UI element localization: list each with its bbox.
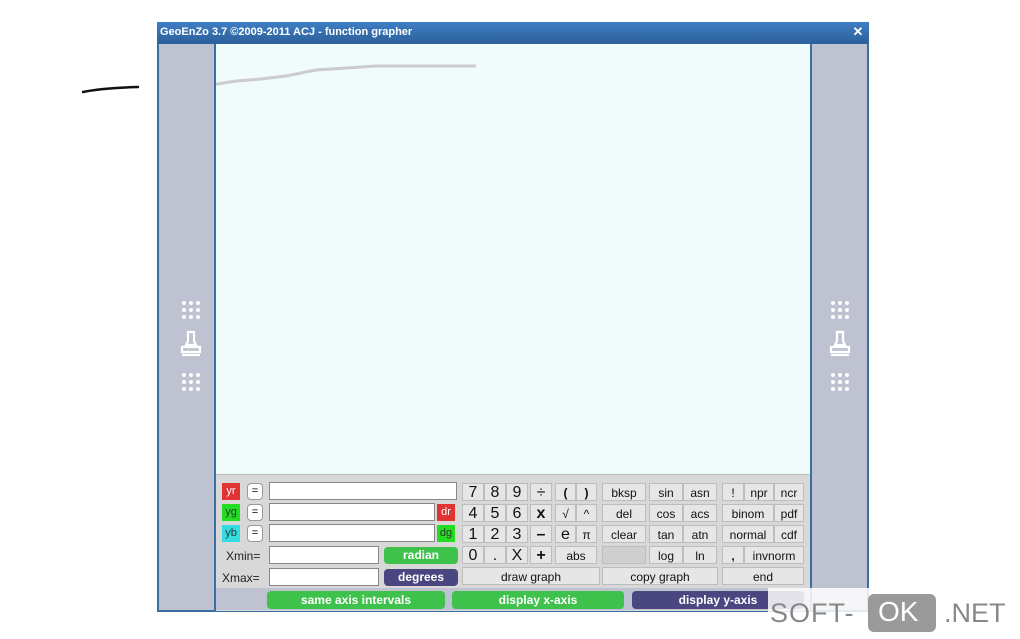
watermark: SOFT- OK .NET xyxy=(768,588,1020,639)
yg-tag[interactable]: yg xyxy=(222,504,240,521)
app-window: GeoEnZo 3.7 ©2009-2011 ACJ - function gr… xyxy=(157,22,869,612)
key-4[interactable]: 4 xyxy=(462,504,484,522)
key-x-variable[interactable]: X xyxy=(506,546,528,564)
key-binom[interactable]: binom xyxy=(722,504,774,522)
key-2[interactable]: 2 xyxy=(484,525,506,543)
right-side-panel xyxy=(812,44,867,610)
dg-tag[interactable]: dg xyxy=(437,525,455,542)
key-delete[interactable]: del xyxy=(602,504,646,522)
stamp-icon[interactable] xyxy=(828,328,852,358)
watermark-ok-box: OK xyxy=(868,594,936,632)
key-log[interactable]: log xyxy=(649,546,683,564)
graph-stroke xyxy=(181,64,476,87)
xmin-input[interactable] xyxy=(269,546,379,564)
key-0[interactable]: 0 xyxy=(462,546,484,564)
yg-equals-button[interactable]: = xyxy=(247,504,263,521)
key-sqrt[interactable]: √ xyxy=(555,504,576,522)
key-cos[interactable]: cos xyxy=(649,504,683,522)
yr-input[interactable] xyxy=(269,482,457,500)
degrees-button[interactable]: degrees xyxy=(384,569,458,586)
key-9[interactable]: 9 xyxy=(506,483,528,501)
key-minus[interactable]: – xyxy=(530,525,552,543)
radian-button[interactable]: radian xyxy=(384,547,458,564)
key-multiply[interactable]: x xyxy=(530,504,552,522)
key-abs[interactable]: abs xyxy=(555,546,597,564)
copy-graph-button[interactable]: copy graph xyxy=(602,567,718,585)
yr-tag[interactable]: yr xyxy=(222,483,240,500)
watermark-net: .NET xyxy=(944,598,1006,628)
key-open-paren[interactable]: ( xyxy=(555,483,576,501)
xmax-input[interactable] xyxy=(269,568,379,586)
key-8[interactable]: 8 xyxy=(484,483,506,501)
same-axis-intervals-button[interactable]: same axis intervals xyxy=(267,591,445,609)
key-sin[interactable]: sin xyxy=(649,483,683,501)
grip-dots-icon[interactable] xyxy=(828,299,852,321)
key-7[interactable]: 7 xyxy=(462,483,484,501)
graph-canvas[interactable] xyxy=(181,44,810,496)
watermark-ok: OK xyxy=(878,596,919,627)
yr-equals-button[interactable]: = xyxy=(247,483,263,500)
key-invnorm[interactable]: invnorm xyxy=(744,546,804,564)
xmax-label: Xmax= xyxy=(222,571,260,585)
grip-dots-icon[interactable] xyxy=(179,371,203,393)
key-factorial[interactable]: ! xyxy=(722,483,744,501)
key-ncr[interactable]: ncr xyxy=(774,483,804,501)
key-divide[interactable]: ÷ xyxy=(530,483,552,501)
grip-dots-icon[interactable] xyxy=(828,371,852,393)
key-power[interactable]: ^ xyxy=(576,504,597,522)
pen-stroke xyxy=(82,85,140,94)
key-npr[interactable]: npr xyxy=(744,483,774,501)
stamp-icon[interactable] xyxy=(179,328,203,358)
title-bar: GeoEnZo 3.7 ©2009-2011 ACJ - function gr… xyxy=(157,22,869,44)
key-atn[interactable]: atn xyxy=(683,525,717,543)
key-3[interactable]: 3 xyxy=(506,525,528,543)
key-cdf[interactable]: cdf xyxy=(774,525,804,543)
key-tan[interactable]: tan xyxy=(649,525,683,543)
key-5[interactable]: 5 xyxy=(484,504,506,522)
key-comma[interactable]: , xyxy=(722,546,744,564)
key-pi[interactable]: π xyxy=(576,525,597,543)
yg-input[interactable] xyxy=(269,503,435,521)
key-normal[interactable]: normal xyxy=(722,525,774,543)
dr-tag[interactable]: dr xyxy=(437,504,455,521)
key-asn[interactable]: asn xyxy=(683,483,717,501)
key-decimal[interactable]: . xyxy=(484,546,506,564)
bottom-bar: same axis intervals display x-axis displ… xyxy=(216,588,810,610)
key-clear[interactable]: clear xyxy=(602,525,646,543)
display-x-axis-button[interactable]: display x-axis xyxy=(452,591,624,609)
key-1[interactable]: 1 xyxy=(462,525,484,543)
key-ln[interactable]: ln xyxy=(683,546,717,564)
key-e[interactable]: e xyxy=(555,525,576,543)
key-backspace[interactable]: bksp xyxy=(602,483,646,501)
draw-graph-button[interactable]: draw graph xyxy=(462,567,600,585)
key-6[interactable]: 6 xyxy=(506,504,528,522)
yb-input[interactable] xyxy=(269,524,435,542)
key-plus[interactable]: + xyxy=(530,546,552,564)
key-acs[interactable]: acs xyxy=(683,504,717,522)
key-pdf[interactable]: pdf xyxy=(774,504,804,522)
window-title: GeoEnZo 3.7 ©2009-2011 ACJ - function gr… xyxy=(160,26,413,38)
left-side-panel xyxy=(159,44,214,610)
key-close-paren[interactable]: ) xyxy=(576,483,597,501)
yb-equals-button[interactable]: = xyxy=(247,525,263,542)
xmin-label: Xmin= xyxy=(226,549,261,563)
close-button[interactable]: ✕ xyxy=(851,25,865,39)
watermark-soft: SOFT- xyxy=(770,598,855,628)
grip-dots-icon[interactable] xyxy=(179,299,203,321)
yb-tag[interactable]: yb xyxy=(222,525,240,542)
blank-key xyxy=(602,546,646,564)
end-button[interactable]: end xyxy=(722,567,804,585)
